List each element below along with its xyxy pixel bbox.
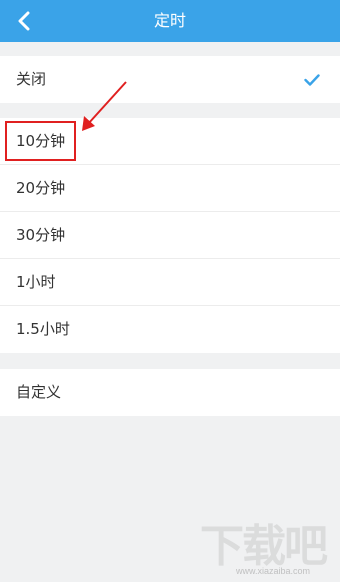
watermark-url: www.xiazaiba.com xyxy=(236,566,311,576)
watermark-logo: 下载吧 xyxy=(200,521,328,572)
watermark: 下载吧 www.xiazaiba.com xyxy=(200,510,335,580)
annotation-arrow-icon xyxy=(82,81,127,131)
